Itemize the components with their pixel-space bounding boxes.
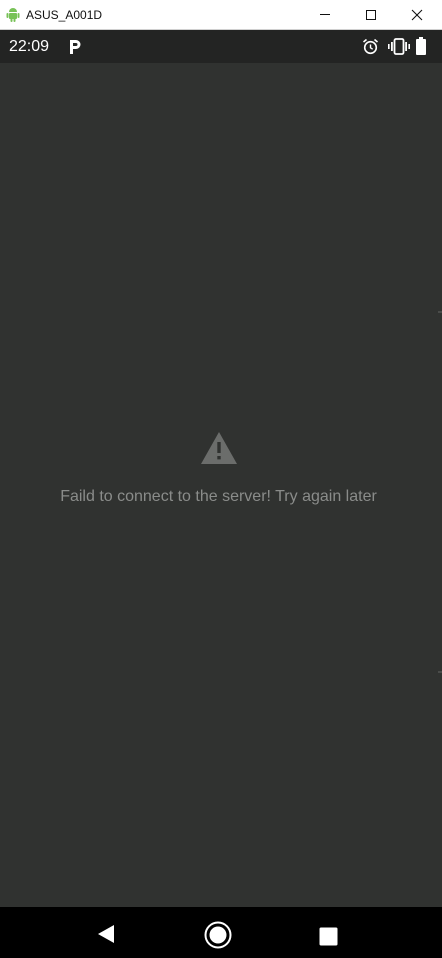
home-icon[interactable] <box>204 921 232 949</box>
maximize-icon <box>366 10 376 20</box>
recents-icon[interactable] <box>319 927 338 946</box>
alarm-icon <box>362 38 379 55</box>
vibrate-icon <box>388 38 410 55</box>
minimize-button[interactable] <box>302 0 348 29</box>
status-bar: 22:09 <box>0 30 442 63</box>
back-icon[interactable] <box>96 924 116 944</box>
battery-icon <box>416 37 426 55</box>
warning-icon <box>201 432 237 464</box>
error-message: Faild to connect to the server! Try agai… <box>60 488 377 505</box>
close-icon <box>411 9 423 21</box>
p-notification-icon <box>70 40 81 54</box>
window-title-bar: ASUS_A001D <box>0 0 442 30</box>
minimize-icon <box>320 14 330 15</box>
edge-divider <box>438 671 442 673</box>
edge-divider <box>438 311 442 313</box>
app-content: Faild to connect to the server! Try agai… <box>0 63 442 907</box>
android-icon <box>6 8 20 22</box>
window-title: ASUS_A001D <box>26 8 103 22</box>
maximize-button[interactable] <box>348 0 394 29</box>
close-button[interactable] <box>394 0 440 29</box>
status-time: 22:09 <box>9 38 50 55</box>
navigation-bar <box>0 907 442 958</box>
